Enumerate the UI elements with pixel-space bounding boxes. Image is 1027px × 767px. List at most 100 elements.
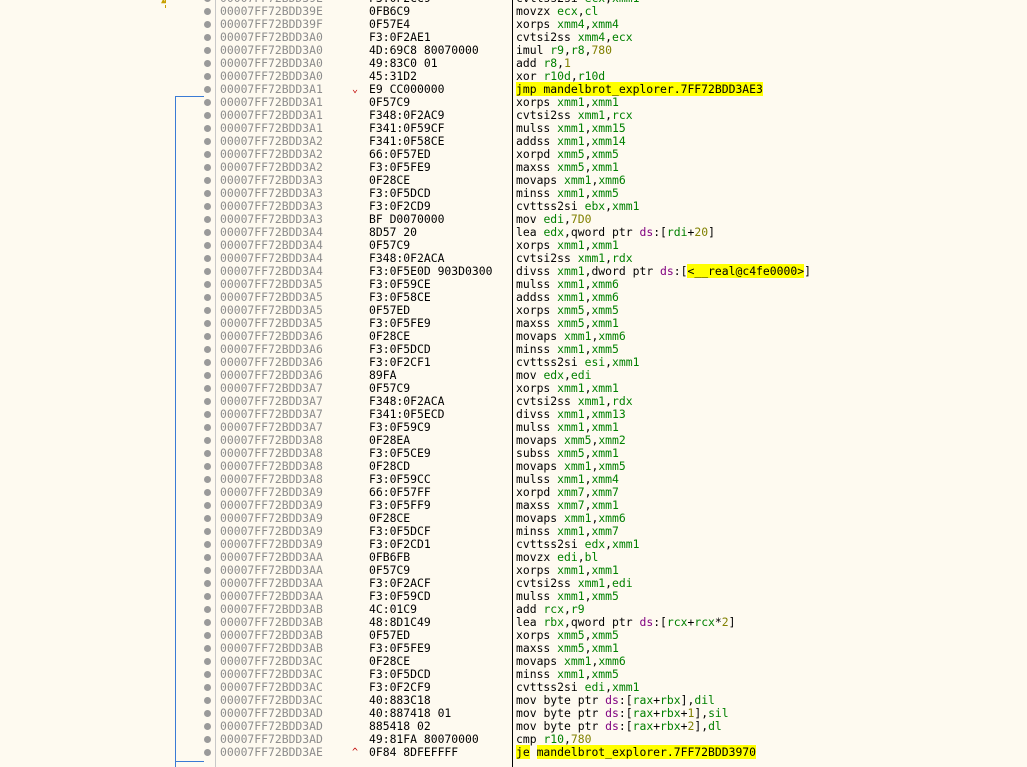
- instruction-row[interactable]: 00007FF72BDD3A1 ⌄ E9 CC000000 jmp mandelbro…: [0, 82, 1027, 96]
- breakpoint-dot-icon[interactable]: [204, 606, 211, 613]
- instruction-row[interactable]: 00007FF72BDD3AD 49:81FA 80070000 cmp r10,7…: [0, 733, 1027, 746]
- instruction-row[interactable]: 00007FF72BDD3A5 F3:0F5FE9 maxss xmm5,xmm1: [0, 317, 1027, 330]
- instruction-row[interactable]: 00007FF72BDD3A1 0F57C9 xorps xmm1,xmm1: [0, 96, 1027, 109]
- instruction-row[interactable]: 00007FF72BDD3A1 F341:0F59CF mulss xmm1,xmm…: [0, 122, 1027, 135]
- instruction-row[interactable]: 00007FF72BDD3A3 F3:0F5DCD minss xmm1,xmm5: [0, 187, 1027, 200]
- breakpoint-dot-icon[interactable]: [204, 47, 211, 54]
- instruction-row[interactable]: 00007FF72BDD3A0 45:31D2 xor r10d,r10d: [0, 70, 1027, 83]
- instruction-row[interactable]: 00007FF72BDD3A9 66:0F57FF xorpd xmm7,xmm7: [0, 486, 1027, 499]
- instruction-row[interactable]: 00007FF72BDD3AD 40:887418 01 mov byte ptr …: [0, 707, 1027, 720]
- instruction-row[interactable]: 00007FF72BDD3AA F3:0F2ACF cvtsi2ss xmm1,ed…: [0, 577, 1027, 590]
- instruction-row[interactable]: 00007FF72BDD3A2 66:0F57ED xorpd xmm5,xmm5: [0, 148, 1027, 161]
- breakpoint-dot-icon[interactable]: [204, 281, 211, 288]
- breakpoint-dot-icon[interactable]: [204, 320, 211, 327]
- breakpoint-dot-icon[interactable]: [204, 307, 211, 314]
- breakpoint-dot-icon[interactable]: [204, 749, 211, 756]
- breakpoint-dot-icon[interactable]: [204, 437, 211, 444]
- breakpoint-dot-icon[interactable]: [204, 138, 211, 145]
- instruction-row[interactable]: 00007FF72BDD3A2 F3:0F5FE9 maxss xmm5,xmm1: [0, 161, 1027, 174]
- instruction-row[interactable]: 00007FF72BDD3AB 48:8D1C49 lea rbx,qword pt…: [0, 616, 1027, 629]
- breakpoint-dot-icon[interactable]: [204, 359, 211, 366]
- instruction-row[interactable]: 00007FF72BDD3A5 F3:0F59CE mulss xmm1,xmm6: [0, 278, 1027, 291]
- instruction-row[interactable]: 00007FF72BDD3A9 F3:0F2CD1 cvttss2si edx,xm…: [0, 538, 1027, 551]
- instruction-row[interactable]: 00007FF72BDD3A5 F3:0F58CE addss xmm1,xmm6: [0, 291, 1027, 304]
- breakpoint-dot-icon[interactable]: [204, 450, 211, 457]
- instruction-row[interactable]: 00007FF72BDD3AC F3:0F2CF9 cvttss2si edi,xm…: [0, 681, 1027, 694]
- instruction-row[interactable]: 00007FF72BDD3A2 F341:0F58CE addss xmm1,xmm…: [0, 135, 1027, 148]
- instruction-row[interactable]: 00007FF72BDD3A8 F3:0F59CC mulss xmm1,xmm4: [0, 473, 1027, 486]
- breakpoint-dot-icon[interactable]: [204, 502, 211, 509]
- breakpoint-dot-icon[interactable]: [204, 580, 211, 587]
- breakpoint-dot-icon[interactable]: [204, 346, 211, 353]
- breakpoint-dot-icon[interactable]: [204, 255, 211, 262]
- breakpoint-dot-icon[interactable]: [204, 567, 211, 574]
- instruction-row[interactable]: 00007FF72BDD3A8 0F28CD movaps xmm1,xmm5: [0, 460, 1027, 473]
- instruction-row[interactable]: 00007FF72BDD3A7 0F57C9 xorps xmm1,xmm1: [0, 382, 1027, 395]
- breakpoint-dot-icon[interactable]: [204, 671, 211, 678]
- breakpoint-dot-icon[interactable]: [204, 619, 211, 626]
- breakpoint-dot-icon[interactable]: [204, 112, 211, 119]
- instruction-row[interactable]: 00007FF72BDD3A6 89FA mov edx,edi: [0, 369, 1027, 382]
- breakpoint-dot-icon[interactable]: [204, 489, 211, 496]
- breakpoint-dot-icon[interactable]: [204, 268, 211, 275]
- instruction-row[interactable]: 00007FF72BDD3A4 8D57 20 lea edx,qword ptr …: [0, 226, 1027, 239]
- breakpoint-dot-icon[interactable]: [204, 372, 211, 379]
- instruction-row[interactable]: 00007FF72BDD3A3 F3:0F2CD9 cvttss2si ebx,xm…: [0, 200, 1027, 213]
- breakpoint-dot-icon[interactable]: [204, 723, 211, 730]
- breakpoint-dot-icon[interactable]: [204, 398, 211, 405]
- breakpoint-dot-icon[interactable]: [204, 242, 211, 249]
- instruction-row[interactable]: 00007FF72BDD3A0 F3:0F2AE1 cvtsi2ss xmm4,ec…: [0, 31, 1027, 44]
- breakpoint-dot-icon[interactable]: [204, 294, 211, 301]
- breakpoint-dot-icon[interactable]: [204, 60, 211, 67]
- instruction-row[interactable]: 00007FF72BDD3AC 0F28CE movaps xmm1,xmm6: [0, 655, 1027, 668]
- breakpoint-dot-icon[interactable]: [204, 463, 211, 470]
- breakpoint-dot-icon[interactable]: [204, 710, 211, 717]
- instruction-row[interactable]: 00007FF72BDD3AD 885418 02 mov byte ptr ds:…: [0, 720, 1027, 733]
- instruction-row[interactable]: 00007FF72BDD3A4 F348:0F2ACA cvtsi2ss xmm1,…: [0, 252, 1027, 265]
- instruction-row[interactable]: 00007FF72BDD3AB 4C:01C9 add rcx,r9: [0, 603, 1027, 616]
- instruction-row[interactable]: 00007FF72BDD3A7 F341:0F5ECD divss xmm1,xmm…: [0, 408, 1027, 421]
- instruction-row[interactable]: 00007FF72BDD3A7 F3:0F59C9 mulss xmm1,xmm1: [0, 421, 1027, 434]
- instruction-row[interactable]: 00007FF72BDD3AA F3:0F59CD mulss xmm1,xmm5: [0, 590, 1027, 603]
- instruction-row[interactable]: 00007FF72BDD3AB 0F57ED xorps xmm5,xmm5: [0, 629, 1027, 642]
- instruction-row[interactable]: 00007FF72BDD39F 0F57E4 xorps xmm4,xmm4: [0, 18, 1027, 31]
- instruction-row[interactable]: 00007FF72BDD3A9 0F28CE movaps xmm1,xmm6: [0, 512, 1027, 525]
- breakpoint-dot-icon[interactable]: [204, 684, 211, 691]
- breakpoint-dot-icon[interactable]: [204, 554, 211, 561]
- instruction-row[interactable]: 00007FF72BDD3A0 49:83C0 01 add r8,1: [0, 57, 1027, 70]
- instruction-row[interactable]: 00007FF72BDD3A3 BF D0070000 mov edi,7D0: [0, 213, 1027, 226]
- instruction-row[interactable]: 00007FF72BDD3AA 0F57C9 xorps xmm1,xmm1: [0, 564, 1027, 577]
- instruction-row[interactable]: 00007FF72BDD3AE ^ 0F84 8DFEFFFF je mandelbr…: [0, 745, 1027, 759]
- breakpoint-dot-icon[interactable]: [204, 645, 211, 652]
- instruction-row[interactable]: 00007FF72BDD3A4 F3:0F5E0D 903D0300 divss x…: [0, 264, 1027, 278]
- disassembly-view[interactable]: ▲ 00007FF72BDD39EF3:0F2CC9cvttss2si ecx,…: [0, 0, 1027, 767]
- instruction-row[interactable]: 00007FF72BDD3A5 0F57ED xorps xmm5,xmm5: [0, 304, 1027, 317]
- instruction-row[interactable]: 00007FF72BDD3AA 0FB6FB movzx edi,bl: [0, 551, 1027, 564]
- breakpoint-dot-icon[interactable]: [204, 0, 211, 2]
- breakpoint-dot-icon[interactable]: [204, 411, 211, 418]
- instruction-row[interactable]: 00007FF72BDD3A7 F348:0F2ACA cvtsi2ss xmm1,…: [0, 395, 1027, 408]
- breakpoint-dot-icon[interactable]: [204, 203, 211, 210]
- instruction-row[interactable]: 00007FF72BDD39E 0FB6C9 movzx ecx,cl: [0, 5, 1027, 18]
- breakpoint-dot-icon[interactable]: [204, 177, 211, 184]
- breakpoint-dot-icon[interactable]: [204, 333, 211, 340]
- instruction-row[interactable]: 00007FF72BDD3AB F3:0F5FE9 maxss xmm5,xmm1: [0, 642, 1027, 655]
- breakpoint-dot-icon[interactable]: [204, 8, 211, 15]
- instruction-row[interactable]: 00007FF72BDD3A3 0F28CE movaps xmm1,xmm6: [0, 174, 1027, 187]
- instruction-row[interactable]: 00007FF72BDD3AC F3:0F5DCD minss xmm1,xmm5: [0, 668, 1027, 681]
- breakpoint-dot-icon[interactable]: [204, 21, 211, 28]
- instruction-row[interactable]: 00007FF72BDD3A9 F3:0F5DCF minss xmm1,xmm7: [0, 525, 1027, 538]
- breakpoint-dot-icon[interactable]: [204, 99, 211, 106]
- breakpoint-dot-icon[interactable]: [204, 541, 211, 548]
- instruction-row[interactable]: 00007FF72BDD3AC 40:883C18 mov byte ptr ds:…: [0, 694, 1027, 707]
- instruction-row[interactable]: 00007FF72BDD3A0 4D:69C8 80070000 imul r9,r…: [0, 44, 1027, 57]
- instruction-row[interactable]: 00007FF72BDD3A6 F3:0F2CF1 cvttss2si esi,xm…: [0, 356, 1027, 369]
- breakpoint-dot-icon[interactable]: [204, 424, 211, 431]
- breakpoint-dot-icon[interactable]: [204, 125, 211, 132]
- breakpoint-dot-icon[interactable]: [204, 593, 211, 600]
- breakpoint-dot-icon[interactable]: [204, 86, 211, 93]
- breakpoint-dot-icon[interactable]: [204, 736, 211, 743]
- instruction-row[interactable]: 00007FF72BDD3A1 F348:0F2AC9 cvtsi2ss xmm1,…: [0, 109, 1027, 122]
- breakpoint-dot-icon[interactable]: [204, 229, 211, 236]
- breakpoint-dot-icon[interactable]: [204, 34, 211, 41]
